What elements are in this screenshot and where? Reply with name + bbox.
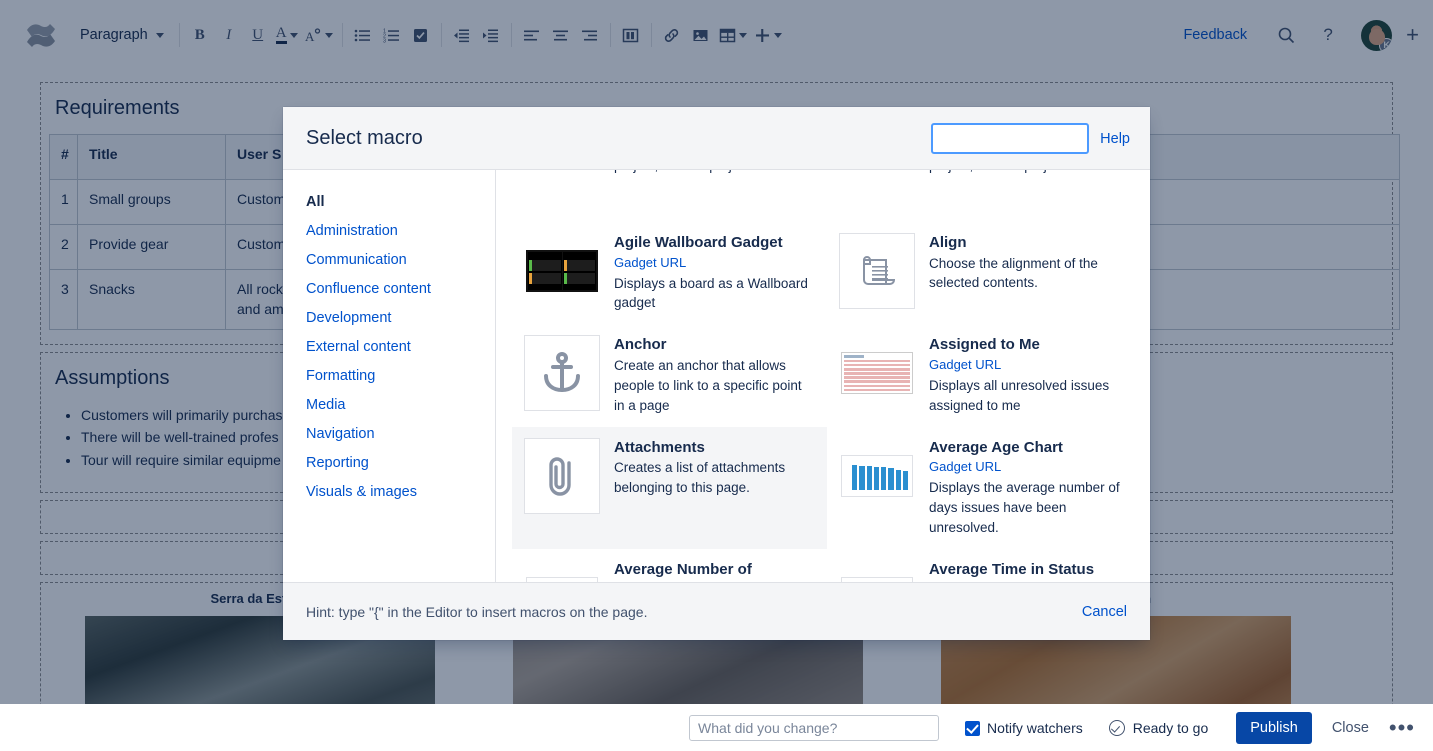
macro-title: Anchor [614,335,815,355]
dialog-body: All Administration Communication Conflue… [283,169,1150,582]
macro-description: Lists recent activity in a single projec… [614,170,815,176]
ready-to-go-status[interactable]: Ready to go [1109,720,1209,736]
help-link[interactable]: Help [1100,131,1130,147]
notify-watchers-label: Notify watchers [987,720,1083,736]
macro-description: Lists recent activity in a single projec… [929,170,1130,176]
macro-grid: Lists recent activity in a single projec… [496,170,1150,582]
category-development[interactable]: Development [306,304,495,333]
macro-item-activity-stream-right[interactable]: Lists recent activity in a single projec… [827,170,1142,222]
macro-info: Lists recent activity in a single projec… [614,170,815,176]
macro-description: Creates a list of attachments belonging … [614,458,815,498]
macro-item-assigned-to-me[interactable]: Assigned to Me Gadget URL Displays all u… [827,324,1142,426]
macro-info: Assigned to Me Gadget URL Displays all u… [929,335,1130,415]
category-administration[interactable]: Administration [306,217,495,246]
macro-title: Average Number of [614,560,815,580]
activity-stream-thumbnail [839,170,915,211]
close-button[interactable]: Close [1320,712,1381,744]
macro-list[interactable]: Lists recent activity in a single projec… [496,170,1150,582]
macro-title: Average Age Chart [929,438,1130,458]
bar-chart-thumbnail [839,438,915,514]
macro-description: Displays the average number of days issu… [929,478,1130,538]
macro-search-input[interactable] [931,123,1089,154]
anchor-thumbnail [524,335,600,411]
dialog-footer: Hint: type "{" in the Editor to insert m… [283,582,1150,640]
category-navigation[interactable]: Navigation [306,420,495,449]
paperclip-thumbnail [524,438,600,514]
sparkline-thumbnail [839,560,915,582]
category-external-content[interactable]: External content [306,333,495,362]
macro-info: Average Time in Status [929,560,1130,580]
macro-title: Agile Wallboard Gadget [614,233,815,253]
issue-table-thumbnail [839,335,915,411]
checkbox-icon[interactable] [965,721,980,736]
macro-description: Displays a board as a Wallboard gadget [614,274,815,314]
macro-item-average-time-in-status[interactable]: Average Time in Status [827,549,1142,582]
wallboard-thumbnail [524,233,600,309]
align-thumbnail [839,233,915,309]
macro-info: Average Number of [614,560,815,580]
macro-info: Align Choose the alignment of the select… [929,233,1130,293]
macro-category-nav: All Administration Communication Conflue… [283,170,496,582]
macro-info: Anchor Create an anchor that allows peop… [614,335,815,415]
macro-subtitle-link[interactable]: Gadget URL [929,457,1130,477]
macro-item-activity-stream-left[interactable]: Lists recent activity in a single projec… [512,170,827,222]
macro-subtitle-link[interactable]: Gadget URL [614,253,815,273]
macro-title: Assigned to Me [929,335,1130,355]
macro-item-average-number-of[interactable]: Average Number of [512,549,827,582]
publish-button[interactable]: Publish [1236,712,1312,744]
select-macro-dialog: Select macro Help All Administration Com… [283,107,1150,640]
macro-info: Attachments Creates a list of attachment… [614,438,815,498]
notify-watchers-toggle[interactable]: Notify watchers [965,720,1083,736]
dialog-title: Select macro [306,127,423,150]
macro-hint-text: Hint: type "{" in the Editor to insert m… [306,604,647,620]
macro-title: Average Time in Status [929,560,1130,580]
sparkline-thumbnail [524,560,600,582]
macro-info: Lists recent activity in a single projec… [929,170,1130,176]
category-all[interactable]: All [306,188,495,217]
check-circle-icon [1109,720,1125,736]
dialog-search-area: Help [931,123,1130,154]
category-media[interactable]: Media [306,391,495,420]
macro-description: Choose the alignment of the selected con… [929,254,1130,294]
macro-description: Displays all unresolved issues assigned … [929,376,1130,416]
change-comment-input[interactable] [689,715,939,741]
macro-item-average-age-chart[interactable]: Average Age Chart Gadget URL Displays th… [827,427,1142,549]
anchor-icon [537,348,587,398]
activity-stream-thumbnail [524,170,600,211]
category-confluence-content[interactable]: Confluence content [306,275,495,304]
macro-title: Align [929,233,1130,253]
macro-info: Average Age Chart Gadget URL Displays th… [929,438,1130,538]
dialog-header: Select macro Help [283,107,1150,169]
editor-screen: Paragraph B I U A A [0,0,1433,751]
category-communication[interactable]: Communication [306,246,495,275]
macro-info: Agile Wallboard Gadget Gadget URL Displa… [614,233,815,313]
scroll-icon [854,248,900,294]
macro-item-attachments[interactable]: Attachments Creates a list of attachment… [512,427,827,549]
more-options-icon[interactable]: ••• [1389,717,1415,739]
category-formatting[interactable]: Formatting [306,362,495,391]
macro-description: Create an anchor that allows people to l… [614,356,815,416]
category-reporting[interactable]: Reporting [306,449,495,478]
macro-title: Attachments [614,438,815,458]
macro-item-anchor[interactable]: Anchor Create an anchor that allows peop… [512,324,827,426]
editor-bottom-bar: Notify watchers Ready to go Publish Clos… [0,704,1433,751]
ready-to-go-label: Ready to go [1133,720,1209,736]
macro-subtitle-link[interactable]: Gadget URL [929,355,1130,375]
cancel-button[interactable]: Cancel [1082,604,1127,620]
macro-item-align[interactable]: Align Choose the alignment of the select… [827,222,1142,324]
macro-item-agile-wallboard-gadget[interactable]: Agile Wallboard Gadget Gadget URL Displa… [512,222,827,324]
category-visuals-images[interactable]: Visuals & images [306,478,495,507]
paperclip-icon [537,451,587,501]
